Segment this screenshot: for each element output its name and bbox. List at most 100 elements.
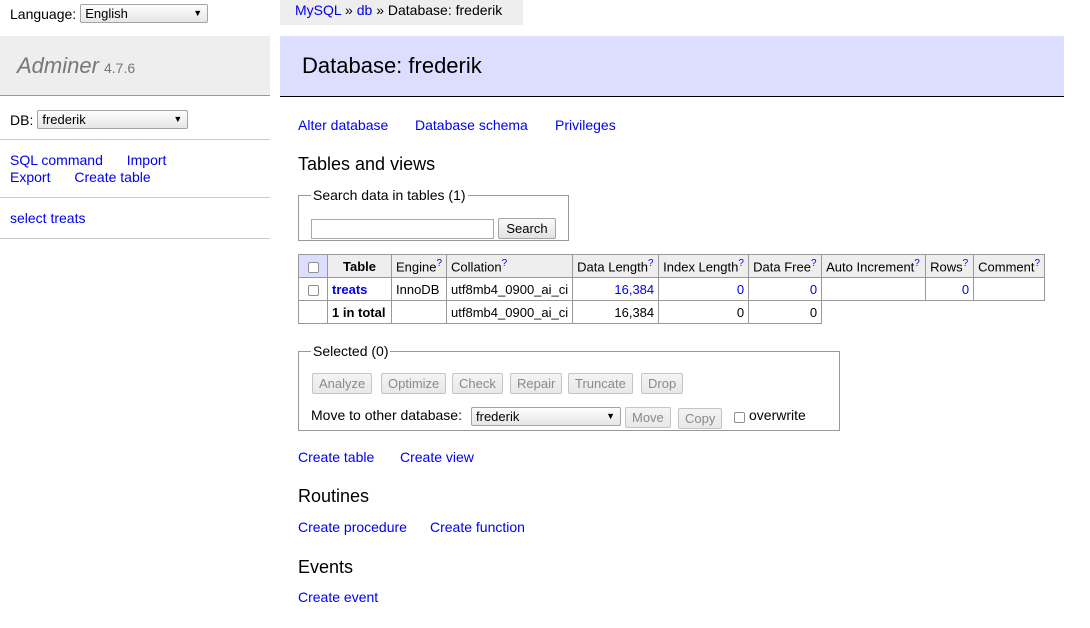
check-button[interactable]: Check (452, 373, 503, 394)
cell-table-name: treats (327, 277, 392, 301)
table-name-link[interactable]: treats (332, 282, 367, 297)
col-comment-label: Comment (978, 259, 1035, 275)
db-selector: DB: frederik ▼ (10, 110, 189, 129)
col-table-label: Table (343, 258, 376, 274)
collation-help-link[interactable]: ? (502, 258, 508, 269)
breadcrumb-separator: » (345, 2, 353, 18)
sidebar-divider (0, 238, 270, 239)
sidebar-table-link[interactable]: select treats (10, 210, 85, 226)
table-row: treats InnoDB utf8mb4_0900_ai_ci 16,384 … (298, 277, 1046, 301)
move-db-select[interactable]: frederik ▼ (471, 407, 621, 426)
chevron-down-icon: ▼ (606, 411, 615, 421)
col-table: Table (327, 254, 392, 278)
index-length-help-link[interactable]: ? (738, 258, 744, 269)
select-all-cell (298, 254, 328, 278)
data-length-help-link[interactable]: ? (648, 258, 654, 269)
col-rows: Rows? (925, 254, 975, 278)
db-label: DB: (10, 111, 34, 128)
overwrite-checkbox[interactable] (734, 412, 745, 423)
language-select[interactable]: English ▼ (80, 4, 209, 23)
table-header-row: Table Engine? Collation? Data Length? In… (298, 254, 1046, 278)
total-label: 1 in total (327, 300, 392, 324)
export-link[interactable]: Export (10, 169, 50, 186)
engine-help-link[interactable]: ? (436, 258, 442, 269)
col-index-length: Index Length? (658, 254, 750, 278)
col-collation-label: Collation (451, 259, 502, 275)
events-heading: Events (298, 557, 354, 577)
cell-data-free: 0 (748, 277, 823, 301)
breadcrumb-current: Database: frederik (387, 2, 503, 18)
sidebar-links: SQL command Import Export Create table (10, 152, 250, 186)
analyze-button[interactable]: Analyze (312, 373, 373, 394)
breadcrumb-separator: » (376, 2, 384, 18)
create-view-link[interactable]: Create view (400, 449, 474, 465)
privileges-link[interactable]: Privileges (555, 117, 616, 133)
copy-button[interactable]: Copy (678, 408, 723, 429)
breadcrumb-server-link[interactable]: MySQL (295, 2, 341, 18)
alter-database-link[interactable]: Alter database (298, 117, 388, 133)
col-engine: Engine? (390, 254, 448, 278)
page-header: Database: frederik (280, 36, 1064, 97)
cell-engine: InnoDB (390, 277, 448, 301)
tables-table: Table Engine? Collation? Data Length? In… (298, 254, 1046, 324)
move-label: Move to other database: (311, 407, 462, 423)
row-select-checkbox[interactable] (307, 284, 319, 296)
database-schema-link[interactable]: Database schema (415, 117, 528, 133)
move-db-value: frederik (476, 409, 520, 424)
col-data-length: Data Length? (572, 254, 660, 278)
auto-increment-help-link[interactable]: ? (914, 258, 920, 269)
index-length-link[interactable]: 0 (737, 282, 744, 297)
col-collation: Collation? (446, 254, 574, 278)
language-value: English (85, 6, 128, 21)
col-engine-label: Engine (396, 259, 437, 275)
create-procedure-link[interactable]: Create procedure (298, 519, 407, 535)
col-data-free-label: Data Free (753, 259, 811, 275)
routines-heading: Routines (298, 486, 370, 506)
create-table-main-link[interactable]: Create table (298, 449, 374, 465)
language-label: Language: (10, 5, 77, 22)
drop-button[interactable]: Drop (641, 373, 684, 394)
total-data-free: 0 (748, 300, 823, 324)
col-data-length-label: Data Length (577, 259, 648, 275)
total-collation: utf8mb4_0900_ai_ci (446, 300, 574, 324)
repair-button[interactable]: Repair (510, 373, 563, 394)
row-select-cell (298, 277, 328, 301)
data-free-link[interactable]: 0 (810, 282, 817, 297)
cell-comment (973, 277, 1046, 301)
rows-link[interactable]: 0 (962, 282, 969, 297)
comment-help-link[interactable]: ? (1035, 258, 1041, 269)
db-value: frederik (42, 112, 86, 127)
cell-index-length: 0 (658, 277, 750, 301)
data-free-help-link[interactable]: ? (811, 258, 817, 269)
create-event-link[interactable]: Create event (298, 589, 378, 605)
rows-help-link[interactable]: ? (963, 258, 969, 269)
select-all-checkbox[interactable] (307, 261, 319, 273)
move-button[interactable]: Move (625, 407, 671, 428)
total-empty-cell (298, 300, 328, 324)
sidebar-divider (0, 197, 270, 198)
optimize-button[interactable]: Optimize (381, 373, 447, 394)
sql-command-link[interactable]: SQL command (10, 152, 103, 169)
search-button[interactable]: Search (498, 218, 556, 239)
db-select[interactable]: frederik ▼ (37, 110, 189, 129)
import-link[interactable]: Import (127, 152, 167, 169)
app-name-link[interactable]: Adminer (17, 53, 99, 79)
total-data-length: 16,384 (572, 300, 660, 324)
page-title: Database: frederik (302, 53, 482, 78)
language-selector: Language: English ▼ (10, 4, 209, 23)
data-length-link[interactable]: 16,384 (614, 282, 654, 297)
col-data-free: Data Free? (748, 254, 823, 278)
chevron-down-icon: ▼ (173, 114, 183, 124)
col-auto-increment: Auto Increment? (821, 254, 927, 278)
table-total-row: 1 in total utf8mb4_0900_ai_ci 16,384 0 0 (298, 300, 1045, 324)
breadcrumb-driver-link[interactable]: db (357, 2, 373, 18)
col-rows-label: Rows (930, 259, 963, 275)
col-index-length-label: Index Length (663, 259, 739, 275)
chevron-down-icon: ▼ (193, 8, 203, 18)
col-auto-increment-label: Auto Increment (826, 259, 915, 275)
selected-legend: Selected (0) (313, 343, 389, 359)
create-function-link[interactable]: Create function (430, 519, 525, 535)
search-tables-input[interactable] (311, 219, 494, 239)
create-table-link[interactable]: Create table (74, 169, 150, 186)
truncate-button[interactable]: Truncate (568, 373, 633, 394)
